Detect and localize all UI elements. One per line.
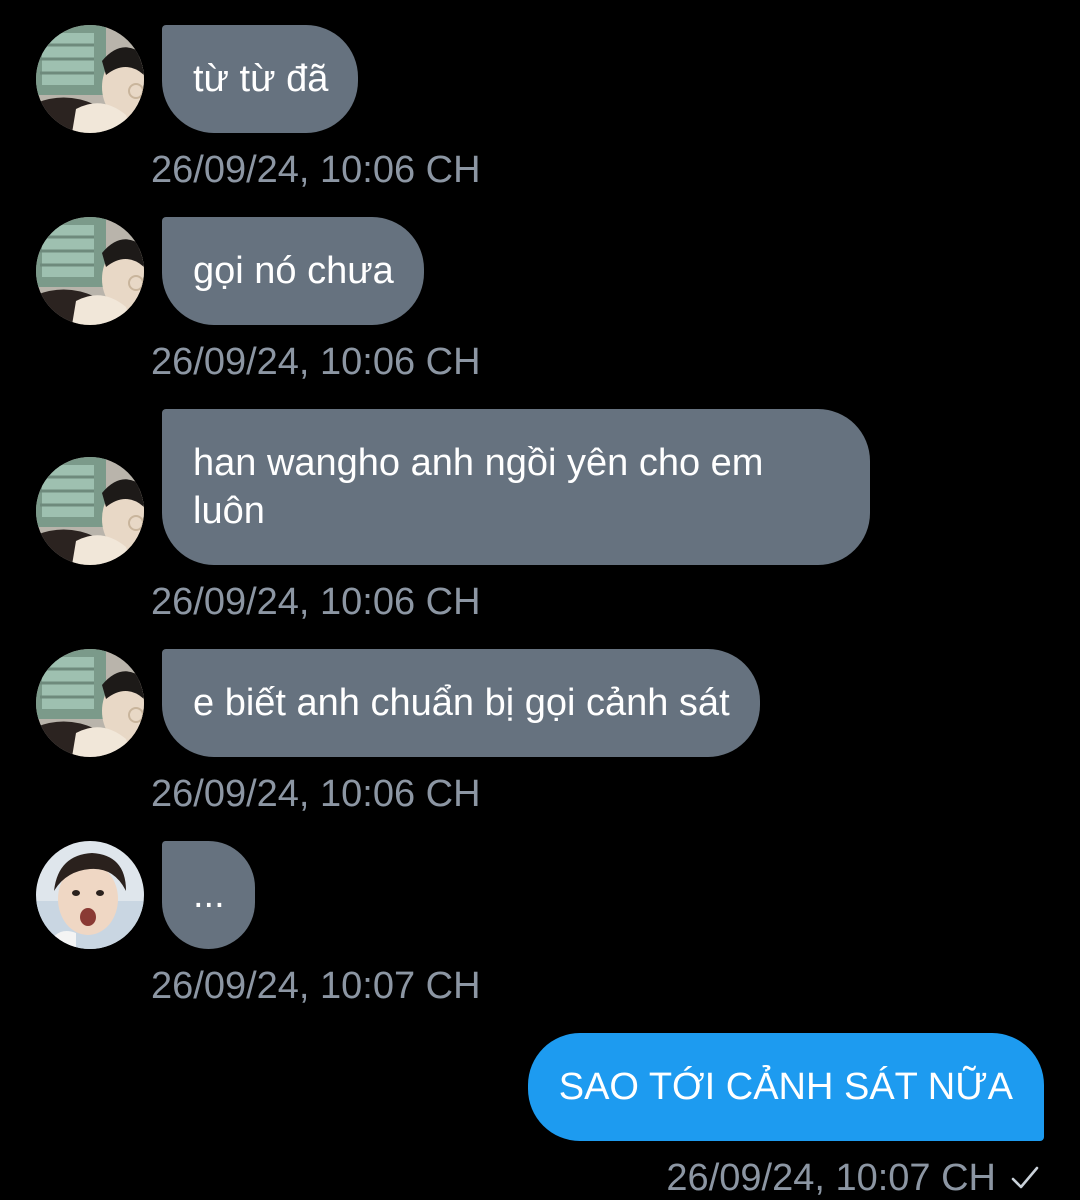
message-timestamp: 26/09/24, 10:07 CH [666,1157,996,1199]
avatar-photo-icon [36,649,144,757]
message-timestamp: 26/09/24, 10:06 CH [151,773,481,815]
message-bubble[interactable]: từ từ đã [162,25,359,133]
avatar[interactable] [36,25,144,133]
avatar-photo-icon [36,841,144,949]
chat-thread: từ từ đã 26/09/24, 10:06 CH gọi nó chưa … [0,0,1080,1200]
avatar-photo-icon [36,25,144,133]
message-timestamp: 26/09/24, 10:06 CH [151,341,481,383]
message-bubble[interactable]: ... [162,841,255,949]
sent-message-bubble[interactable]: SAO TỚI CẢNH SÁT NỮA [527,1033,1044,1141]
avatar[interactable] [36,841,144,949]
message-timestamp: 26/09/24, 10:07 CH [151,965,481,1007]
avatar-photo-icon [36,217,144,325]
message-timestamp: 26/09/24, 10:06 CH [151,149,481,191]
avatar[interactable] [36,649,144,757]
avatar-photo-icon [36,457,144,565]
message-bubble[interactable]: gọi nó chưa [162,217,424,325]
message-bubble[interactable]: e biết anh chuẩn bị gọi cảnh sát [162,649,760,757]
avatar[interactable] [36,457,144,565]
avatar[interactable] [36,217,144,325]
sent-message-meta: 26/09/24, 10:07 CH [666,1156,1040,1200]
message-timestamp: 26/09/24, 10:06 CH [151,581,481,623]
check-icon [1010,1163,1040,1193]
message-bubble[interactable]: han wangho anh ngồi yên cho em luôn [162,409,870,565]
